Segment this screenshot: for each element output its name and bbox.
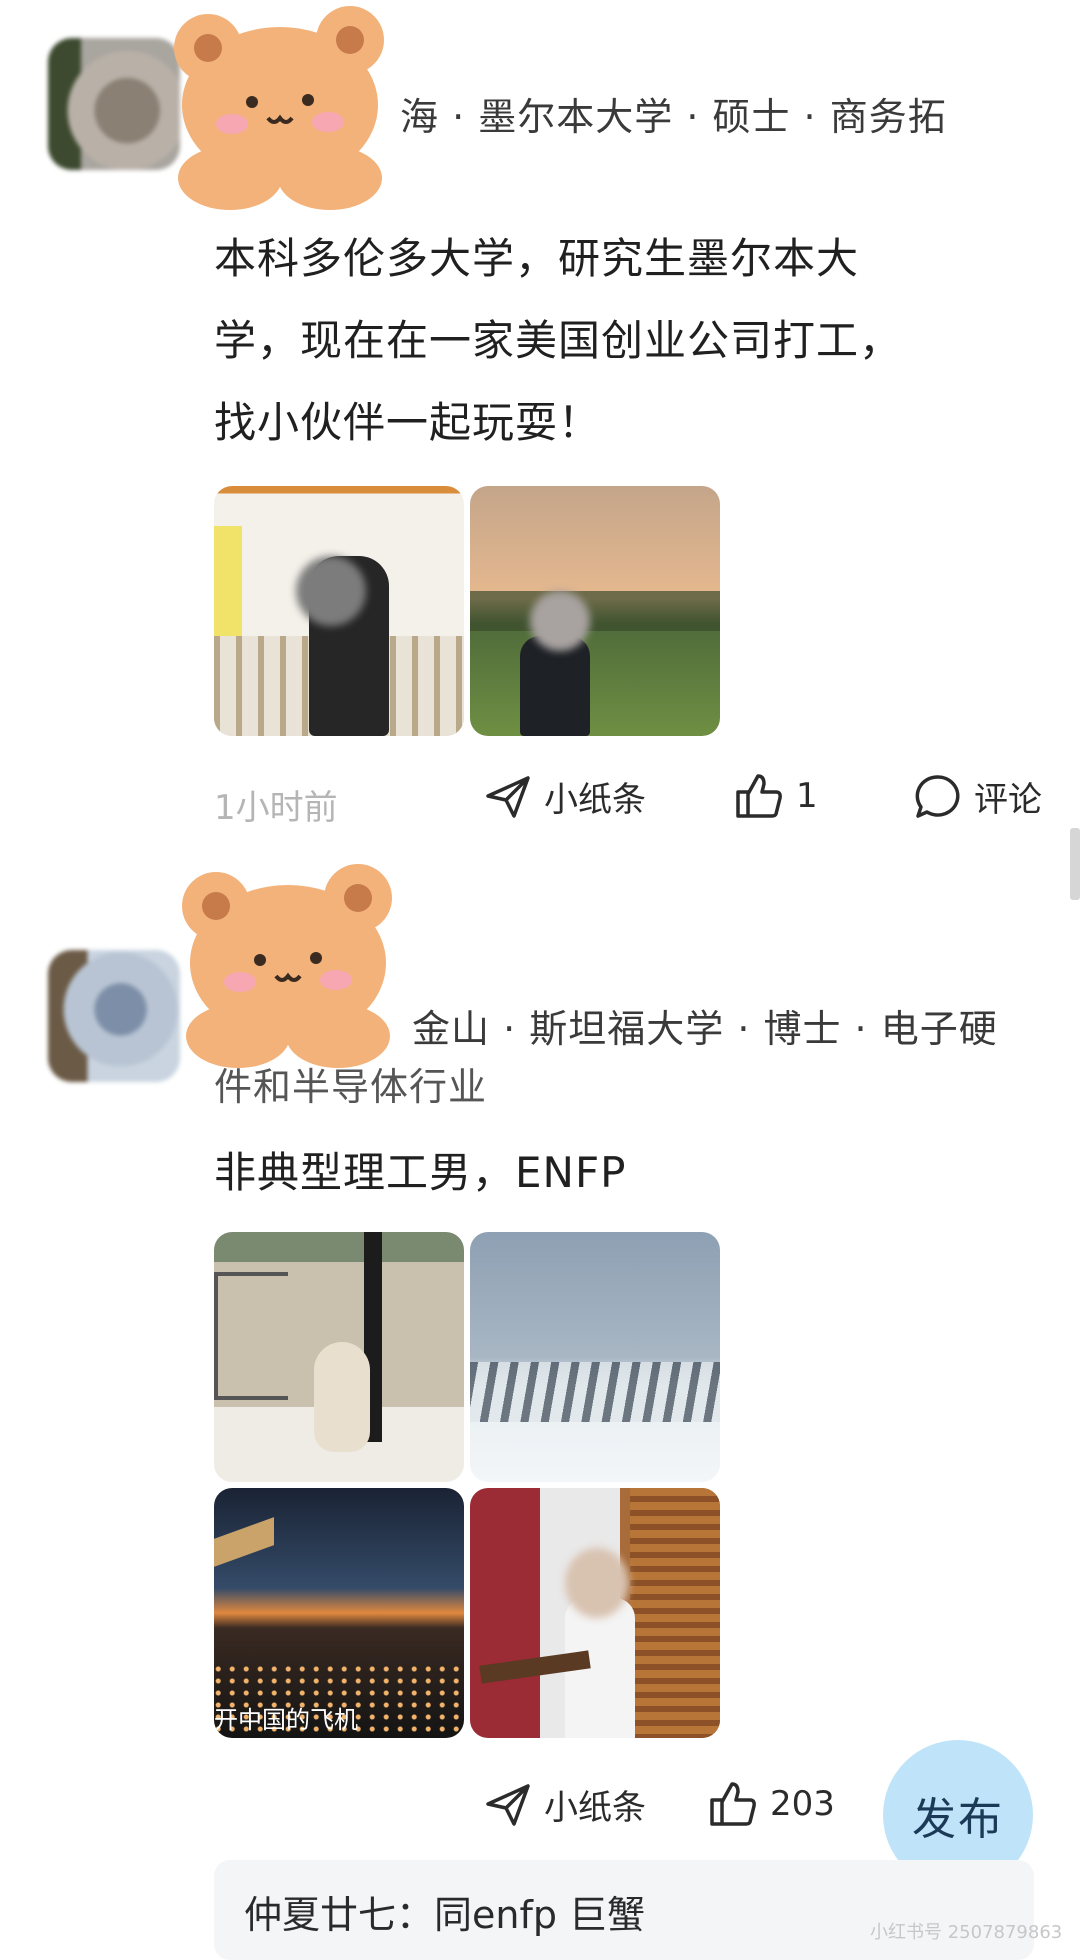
comment-button[interactable]: 评论 [912, 772, 1042, 821]
post-photo[interactable] [470, 1232, 720, 1482]
post-body: 本科多伦多大学，研究生墨尔本大 学，现在在一家美国创业公司打工， 找小伙伴一起玩… [214, 218, 902, 464]
author-meta: 件和半导体行业 [214, 1065, 488, 1109]
like-count: 1 [796, 776, 818, 816]
paper-plane-icon [486, 775, 530, 818]
like-button[interactable]: 203 [708, 1780, 835, 1828]
comment-preview-text: 仲夏廿七：同enfp 巨蟹 [244, 1893, 646, 1937]
note-button[interactable]: 小纸条 [484, 772, 646, 821]
note-button[interactable]: 小纸条 [484, 1780, 646, 1829]
post-photo[interactable]: 开中国的飞机 [214, 1488, 464, 1738]
comment-bubble-icon [915, 774, 960, 818]
post-photo[interactable] [470, 486, 720, 736]
post-body: 非典型理工男，ENFP [214, 1148, 627, 1197]
post-photo[interactable] [470, 1488, 720, 1738]
note-label: 小纸条 [544, 780, 646, 820]
post-line: 找小伙伴一起玩耍！ [214, 398, 602, 447]
avatar[interactable] [48, 950, 180, 1082]
paper-plane-icon [486, 1783, 530, 1826]
bear-sticker-icon [182, 864, 392, 1068]
post-line: 学，现在在一家美国创业公司打工， [214, 316, 903, 365]
post-line: 本科多伦多大学，研究生墨尔本大 [214, 234, 860, 283]
scrollbar[interactable] [1070, 828, 1080, 900]
comment-label: 评论 [974, 780, 1042, 820]
thumbs-up-icon [736, 774, 782, 818]
photo-caption: 开中国的飞机 [214, 1706, 358, 1734]
watermark: 小红书号 2507879863 [870, 1922, 1063, 1943]
post-photo[interactable] [214, 1232, 464, 1482]
note-label: 小纸条 [544, 1788, 646, 1828]
like-count: 203 [770, 1784, 835, 1824]
post-photo[interactable] [214, 486, 464, 736]
post-time: 1小时前 [214, 788, 338, 828]
thumbs-up-icon [710, 1782, 756, 1826]
like-button[interactable]: 1 [734, 772, 818, 820]
author-meta: 海 · 墨尔本大学 · 硕士 · 商务拓 [400, 95, 947, 139]
author-meta: 金山 · 斯坦福大学 · 博士 · 电子硬 [412, 1007, 998, 1051]
bear-sticker-icon [174, 6, 384, 210]
comment-preview[interactable]: 仲夏廿七：同enfp 巨蟹 [214, 1860, 1034, 1960]
